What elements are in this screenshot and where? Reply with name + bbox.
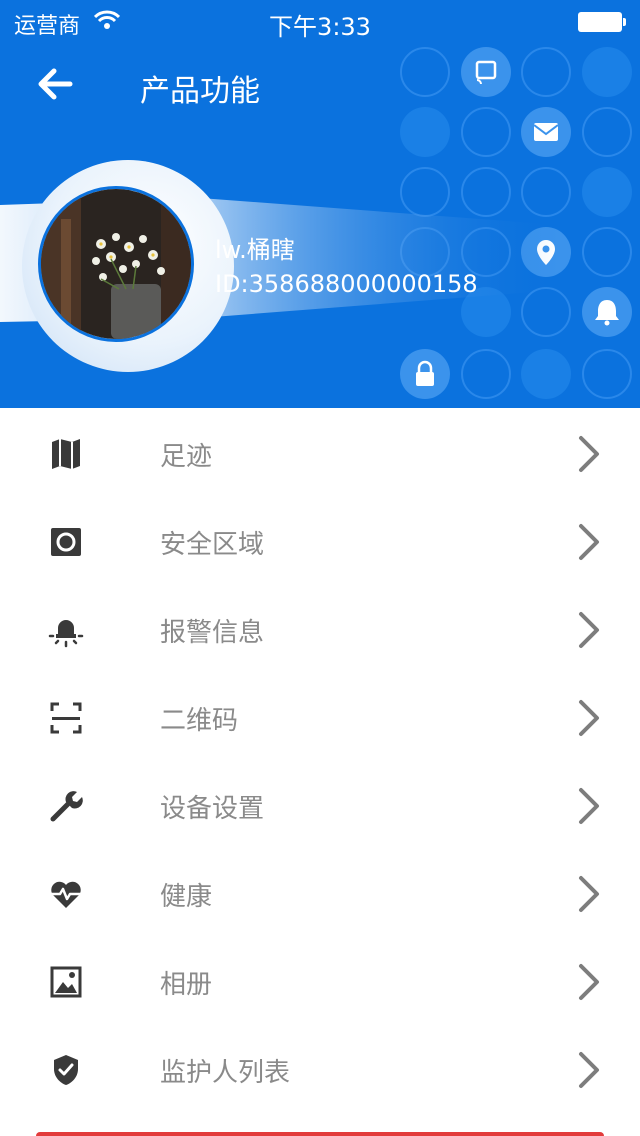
menu-item-label: 监护人列表 — [160, 1058, 291, 1088]
chevron-right-icon — [579, 436, 599, 472]
profile-header: 运营商 下午3:33 产品功能 lw.桶瞎 ID:358688000000158 — [0, 0, 640, 408]
feature-menu: 足迹 安全区域 报警信息 二维码 设备设置 健康 相册 监护人列表 — [0, 408, 640, 1136]
menu-item-label: 报警信息 — [160, 618, 265, 648]
device-id: ID:358688000000158 — [215, 270, 478, 298]
page-title: 产品功能 — [140, 74, 260, 109]
menu-item-label: 设备设置 — [160, 794, 265, 824]
chevron-right-icon — [579, 524, 599, 560]
menu-item-alarm[interactable]: 报警信息 — [0, 584, 640, 672]
map-icon — [52, 439, 80, 469]
user-name: lw.桶瞎 — [215, 236, 295, 264]
menu-item-health[interactable]: 健康 — [0, 848, 640, 936]
flower-photo — [41, 189, 191, 339]
mail-icon — [533, 123, 559, 141]
chevron-right-icon — [579, 788, 599, 824]
menu-item-safe-zone[interactable]: 安全区域 — [0, 496, 640, 584]
menu-item-device-settings[interactable]: 设备设置 — [0, 760, 640, 848]
chevron-right-icon — [579, 612, 599, 648]
back-arrow-icon[interactable] — [30, 60, 84, 108]
menu-item-album[interactable]: 相册 — [0, 936, 640, 1024]
chevron-right-icon — [579, 876, 599, 912]
photo-album-icon — [50, 966, 82, 998]
qr-scan-icon — [50, 702, 82, 734]
alarm-light-icon — [48, 620, 84, 648]
chevron-right-icon — [579, 700, 599, 736]
wrench-icon — [50, 791, 83, 822]
status-time: 下午3:33 — [269, 13, 371, 41]
menu-item-footprint[interactable]: 足迹 — [0, 408, 640, 496]
chevron-right-icon — [579, 964, 599, 1000]
menu-item-label: 相册 — [160, 970, 213, 1000]
battery-icon — [578, 12, 626, 32]
bottom-action-bar[interactable] — [36, 1132, 604, 1136]
menu-item-guardian-list[interactable]: 监护人列表 — [0, 1024, 640, 1112]
avatar[interactable] — [38, 186, 194, 342]
chevron-right-icon — [579, 1052, 599, 1088]
heartbeat-icon — [51, 881, 81, 908]
menu-item-qr-code[interactable]: 二维码 — [0, 672, 640, 760]
menu-item-label: 足迹 — [160, 442, 213, 472]
menu-item-label: 健康 — [160, 882, 213, 912]
safe-zone-icon — [51, 528, 81, 556]
shield-check-icon — [54, 1055, 78, 1085]
status-bar: 运营商 下午3:33 — [0, 0, 640, 41]
menu-item-label: 安全区域 — [160, 530, 265, 560]
menu-item-label: 二维码 — [160, 706, 239, 736]
